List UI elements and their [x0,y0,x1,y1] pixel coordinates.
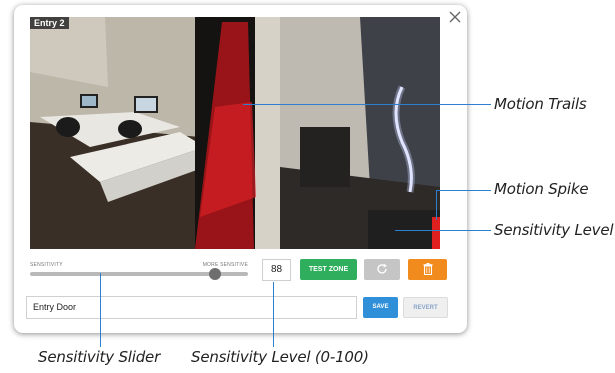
sensitivity-level-bar [432,217,440,249]
sensitivity-level-input[interactable]: 88 [262,259,291,281]
sensitivity-label: SENSITIVITY [30,262,63,268]
delete-zone-button[interactable] [408,259,447,280]
callout-line-motion-spike [436,190,491,191]
more-sensitive-label: MORE SENSITIVE [202,262,248,268]
refresh-icon [377,263,387,274]
callout-motion-trails: Motion Trails [494,95,587,113]
camera-name-label: Entry 2 [30,17,69,29]
callout-sensitivity-level-range: Sensitivity Level (0-100) [191,348,369,366]
test-zone-button[interactable]: TEST ZONE [300,259,357,280]
revert-button[interactable]: REVERT [403,297,448,318]
trash-icon [423,263,432,276]
callout-motion-spike: Motion Spike [494,180,589,198]
slider-thumb[interactable] [209,268,222,280]
close-icon[interactable] [448,10,462,24]
callout-sensitivity-slider: Sensitivity Slider [38,348,161,366]
camera-preview[interactable]: Entry 2 [30,17,440,249]
callout-line-sensitivity-slider [100,273,101,347]
callout-line-sensitivity-level [395,230,491,231]
callout-line-sensitivity-level-range [273,282,274,347]
reset-button[interactable] [364,259,400,280]
save-button[interactable]: SAVE [363,297,398,318]
callout-line-motion-trails [243,104,491,105]
callout-line-motion-spike-drop [436,190,437,220]
zone-name-input[interactable]: Entry Door [26,296,357,319]
callout-sensitivity-level: Sensitivity Level [494,221,614,239]
sensitivity-slider[interactable]: SENSITIVITY MORE SENSITIVE [30,262,250,282]
